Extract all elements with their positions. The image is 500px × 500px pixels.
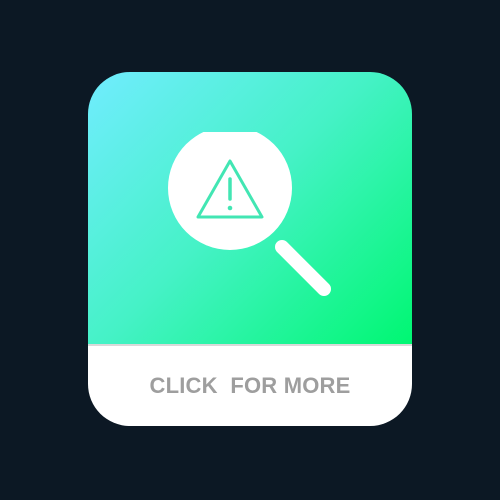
icon-area [88,72,412,344]
click-for-more-button[interactable]: CLICK FOR MORE [88,346,412,426]
app-card[interactable]: CLICK FOR MORE [88,72,412,426]
click-for-more-label: CLICK FOR MORE [149,373,351,398]
page-background: CLICK FOR MORE [0,0,500,500]
warning-exclamation-dot [227,205,233,211]
magnifier-handle [275,240,331,296]
magnifier-icon [168,132,331,296]
search-warning-icon [168,132,331,296]
